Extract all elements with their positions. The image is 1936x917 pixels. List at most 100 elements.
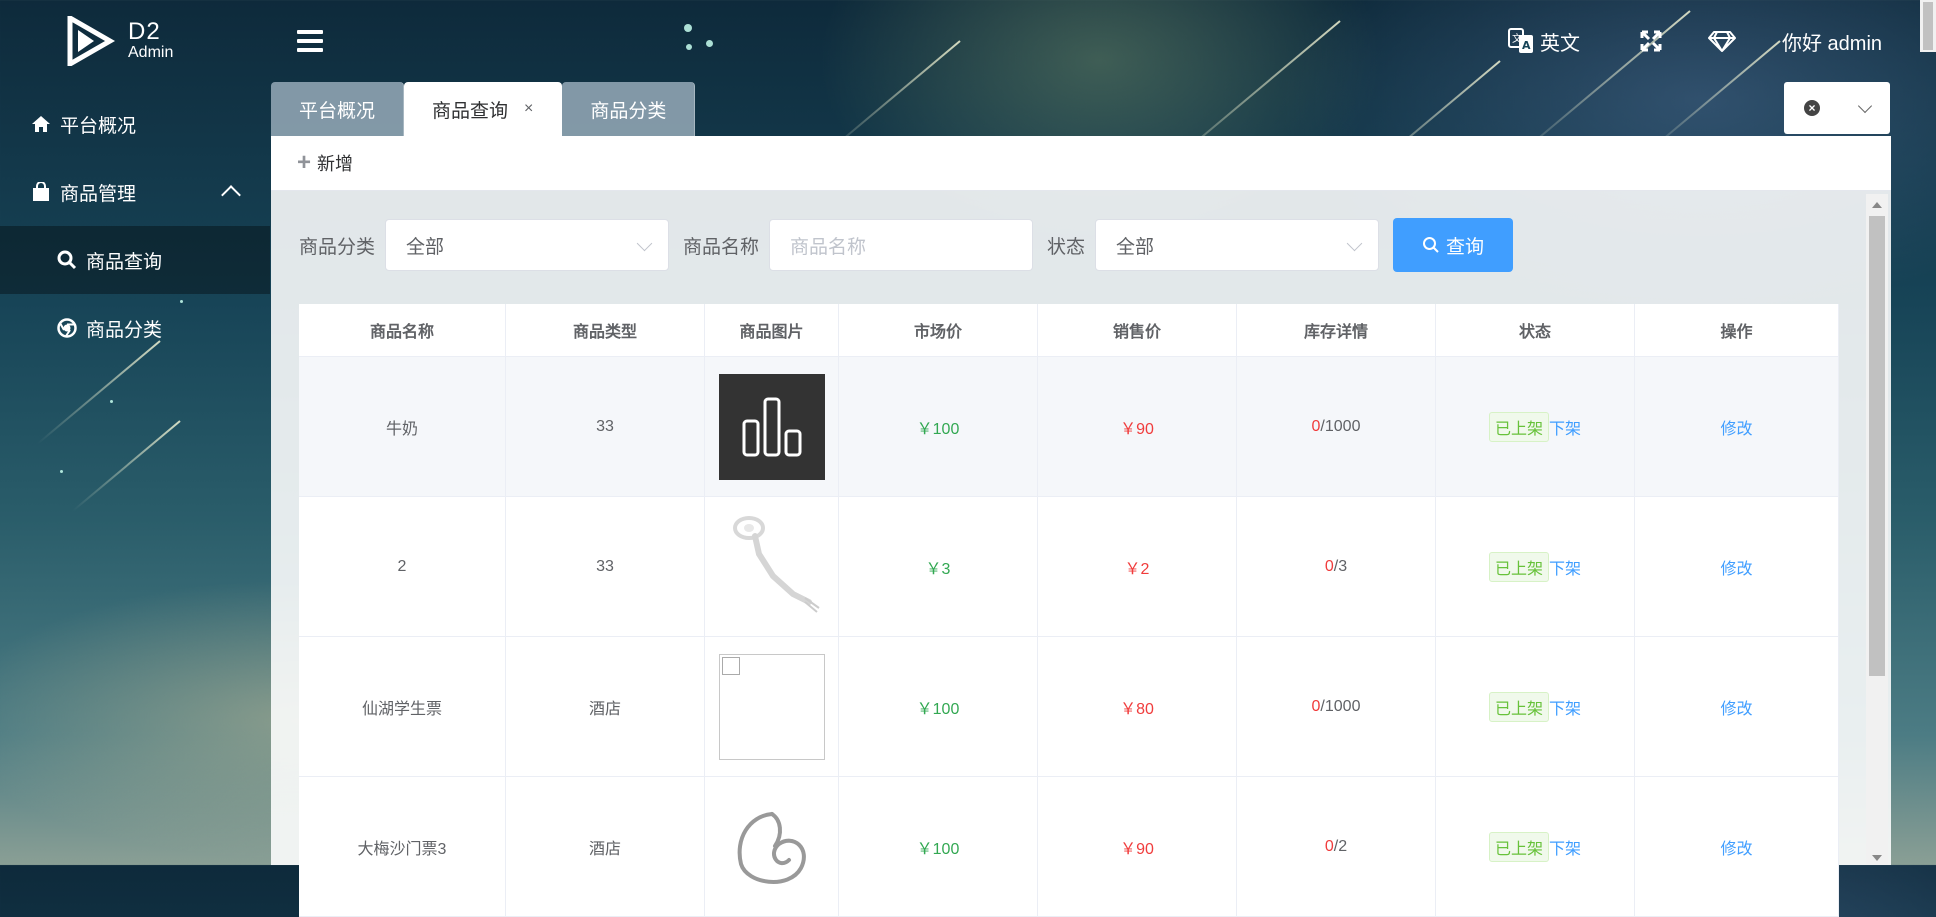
- chevron-down-icon: [636, 235, 653, 252]
- chevron-up-icon: [221, 185, 241, 205]
- product-image[interactable]: [719, 514, 825, 620]
- greeting-text: 你好 admin: [1782, 32, 1883, 55]
- status-cell: 已上架 下架: [1436, 357, 1635, 496]
- scroll-down-arrow-icon[interactable]: [1872, 855, 1882, 861]
- close-icon[interactable]: ×: [524, 100, 533, 118]
- sidebar: 平台概况 商品管理 商品查询 商品分类: [0, 90, 270, 362]
- svg-text:文: 文: [1512, 32, 1522, 45]
- cable-icon: [732, 515, 820, 613]
- category-select-value: 全部: [406, 236, 445, 258]
- stock-detail: 0/1000: [1237, 357, 1436, 496]
- table-header: 商品名称 商品类型 商品图片 市场价 销售价 库存详情 状态 操作: [299, 304, 1839, 357]
- panel-scrollbar[interactable]: [1866, 194, 1888, 865]
- swirl-icon: [737, 811, 806, 884]
- action-cell: 修改: [1635, 637, 1839, 776]
- stock-total: /1000: [1320, 697, 1361, 715]
- sale-price: ￥80: [1038, 637, 1237, 776]
- edit-link[interactable]: 修改: [1720, 695, 1752, 719]
- edit-link[interactable]: 修改: [1720, 555, 1752, 579]
- user-greeting[interactable]: 你好 admin: [1782, 26, 1882, 56]
- unlist-link[interactable]: 下架: [1549, 695, 1581, 719]
- unlist-link[interactable]: 下架: [1549, 835, 1581, 859]
- tab-product-category[interactable]: 商品分类: [562, 82, 696, 136]
- chevron-down-icon: [1346, 235, 1363, 252]
- column-header[interactable]: 商品图片: [705, 304, 839, 356]
- menu-toggle-icon[interactable]: [297, 30, 323, 52]
- column-header[interactable]: 商品名称: [299, 304, 506, 356]
- page-tabs: 平台概况 商品查询 × 商品分类: [271, 82, 696, 136]
- product-image[interactable]: [718, 373, 825, 480]
- translate-icon: 文 A: [1508, 28, 1533, 53]
- logo-subtitle: Admin: [128, 44, 174, 61]
- stock-sold: 0: [1324, 837, 1334, 855]
- product-name: 仙湖学生票: [299, 637, 506, 776]
- sidebar-item-product-category[interactable]: 商品分类: [0, 294, 270, 362]
- search-icon: [56, 249, 78, 271]
- column-header[interactable]: 市场价: [839, 304, 1038, 356]
- stock-total: /2: [1333, 837, 1348, 855]
- table-row[interactable]: 2 33 ￥3 ￥2 0/3 已上架 下架 修改: [299, 497, 1839, 637]
- column-header[interactable]: 销售价: [1038, 304, 1237, 356]
- plus-icon: +: [297, 149, 312, 176]
- add-button[interactable]: + 新增: [297, 149, 353, 177]
- category-select[interactable]: 全部: [385, 219, 670, 271]
- name-input-placeholder: 商品名称: [790, 236, 867, 258]
- main-panel: + 新增 商品分类 全部 商品名称 商品名称 状态 全部 查询 商品名称 商品类…: [271, 136, 1891, 917]
- product-image-cell: [705, 497, 839, 636]
- table-row[interactable]: 牛奶 33 ￥100 ￥90 0/1000 已上架 下架 修改: [299, 357, 1839, 497]
- stock-total: /1000: [1320, 417, 1361, 435]
- home-icon: [30, 113, 52, 135]
- edit-link[interactable]: 修改: [1720, 415, 1752, 439]
- unlist-link[interactable]: 下架: [1549, 555, 1581, 579]
- column-header[interactable]: 库存详情: [1237, 304, 1436, 356]
- product-type: 酒店: [506, 637, 705, 776]
- product-image[interactable]: [719, 794, 825, 900]
- column-header[interactable]: 操作: [1635, 304, 1839, 356]
- column-header[interactable]: 商品类型: [506, 304, 705, 356]
- product-type: 酒店: [506, 777, 705, 916]
- tab-product-query[interactable]: 商品查询 ×: [404, 82, 563, 136]
- table-row[interactable]: 大梅沙门票3 酒店 ￥100 ￥90 0/2 已上架 下架 修改: [299, 777, 1839, 917]
- stock-sold: 0: [1311, 417, 1321, 435]
- tab-control-dropdown[interactable]: ×: [1784, 82, 1890, 134]
- status-cell: 已上架 下架: [1436, 777, 1635, 916]
- theme-button[interactable]: [1708, 26, 1736, 56]
- status-badge: 已上架: [1488, 831, 1549, 862]
- action-cell: 修改: [1635, 357, 1839, 496]
- language-switch[interactable]: 文 A 英文: [1508, 26, 1580, 56]
- svg-text:A: A: [1522, 39, 1531, 52]
- broken-image-icon: [721, 656, 740, 675]
- status-badge: 已上架: [1488, 411, 1549, 442]
- tab-overview[interactable]: 平台概况: [271, 82, 405, 136]
- sidebar-item-product-management[interactable]: 商品管理: [0, 158, 270, 226]
- action-cell: 修改: [1635, 777, 1839, 916]
- sidebar-item-overview[interactable]: 平台概况: [0, 90, 270, 158]
- scroll-up-arrow-icon[interactable]: [1872, 202, 1882, 208]
- name-search-input[interactable]: 商品名称: [769, 219, 1034, 271]
- status-cell: 已上架 下架: [1436, 637, 1635, 776]
- product-image-cell: [705, 357, 839, 496]
- product-name: 牛奶: [299, 357, 506, 496]
- table-row[interactable]: 仙湖学生票 酒店 ￥100 ￥80 0/1000 已上架 下架 修改: [299, 637, 1839, 777]
- search-label: 查询: [1446, 236, 1485, 258]
- fullscreen-button[interactable]: [1640, 26, 1662, 56]
- category-filter-label: 商品分类: [299, 236, 376, 258]
- app-logo[interactable]: D2 Admin: [64, 16, 194, 66]
- product-name: 大梅沙门票3: [299, 777, 506, 916]
- diamond-icon: [1708, 31, 1736, 52]
- action-cell: 修改: [1635, 497, 1839, 636]
- edit-link[interactable]: 修改: [1720, 835, 1752, 859]
- market-price: ￥3: [839, 497, 1038, 636]
- column-header[interactable]: 状态: [1436, 304, 1635, 356]
- product-image[interactable]: [718, 653, 825, 760]
- page-scrollbar[interactable]: [1920, 0, 1936, 52]
- status-select[interactable]: 全部: [1095, 219, 1380, 271]
- sidebar-item-product-query[interactable]: 商品查询: [0, 226, 270, 294]
- toolbar: + 新增: [271, 136, 1891, 191]
- stock-detail: 0/1000: [1237, 637, 1436, 776]
- unlist-link[interactable]: 下架: [1549, 415, 1581, 439]
- search-button[interactable]: 查询: [1393, 218, 1514, 272]
- product-type: 33: [506, 497, 705, 636]
- scroll-thumb[interactable]: [1869, 216, 1885, 676]
- status-cell: 已上架 下架: [1436, 497, 1635, 636]
